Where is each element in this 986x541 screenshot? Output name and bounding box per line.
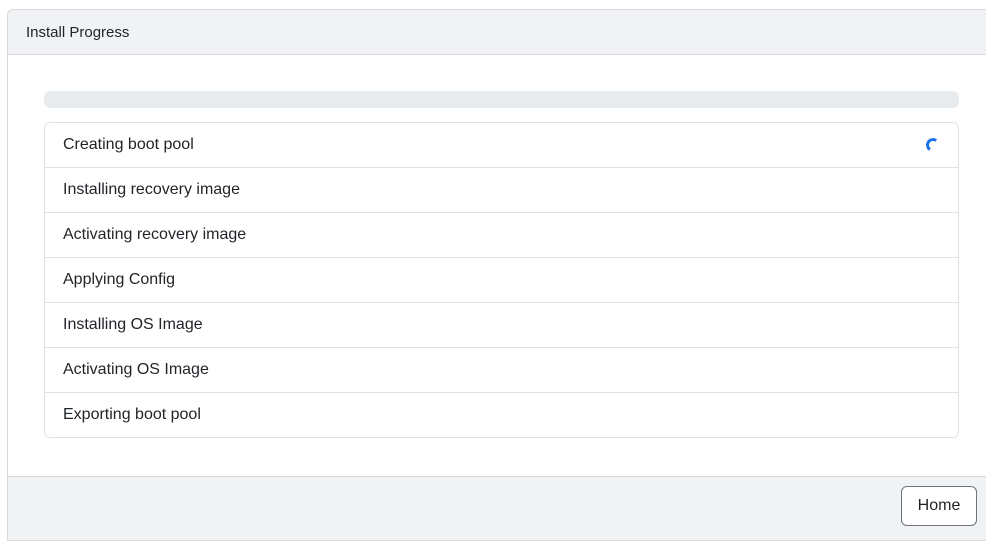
page-title: Install Progress <box>26 23 130 41</box>
step-item: Applying Config <box>45 258 958 303</box>
card-body: Creating boot pool Installing recovery i… <box>8 55 986 476</box>
step-label: Installing recovery image <box>63 181 240 198</box>
progress-bar <box>44 91 959 108</box>
step-item: Installing OS Image <box>45 303 958 348</box>
home-button[interactable]: Home <box>901 486 977 526</box>
step-label: Activating OS Image <box>63 361 209 378</box>
step-item: Creating boot pool <box>45 123 958 168</box>
step-item: Activating OS Image <box>45 348 958 393</box>
step-item: Exporting boot pool <box>45 393 958 437</box>
step-item: Activating recovery image <box>45 213 958 258</box>
card-header: Install Progress <box>8 10 986 55</box>
step-list: Creating boot pool Installing recovery i… <box>44 122 959 438</box>
step-label: Applying Config <box>63 271 176 288</box>
step-item: Installing recovery image <box>45 168 958 213</box>
step-label: Exporting boot pool <box>63 406 201 423</box>
card-footer: Home <box>8 476 986 540</box>
step-label: Activating recovery image <box>63 226 247 243</box>
step-label: Installing OS Image <box>63 316 203 333</box>
step-label: Creating boot pool <box>63 136 194 153</box>
install-progress-card: Install Progress Creating boot pool Inst… <box>7 9 986 541</box>
loading-spinner-icon <box>924 136 942 154</box>
